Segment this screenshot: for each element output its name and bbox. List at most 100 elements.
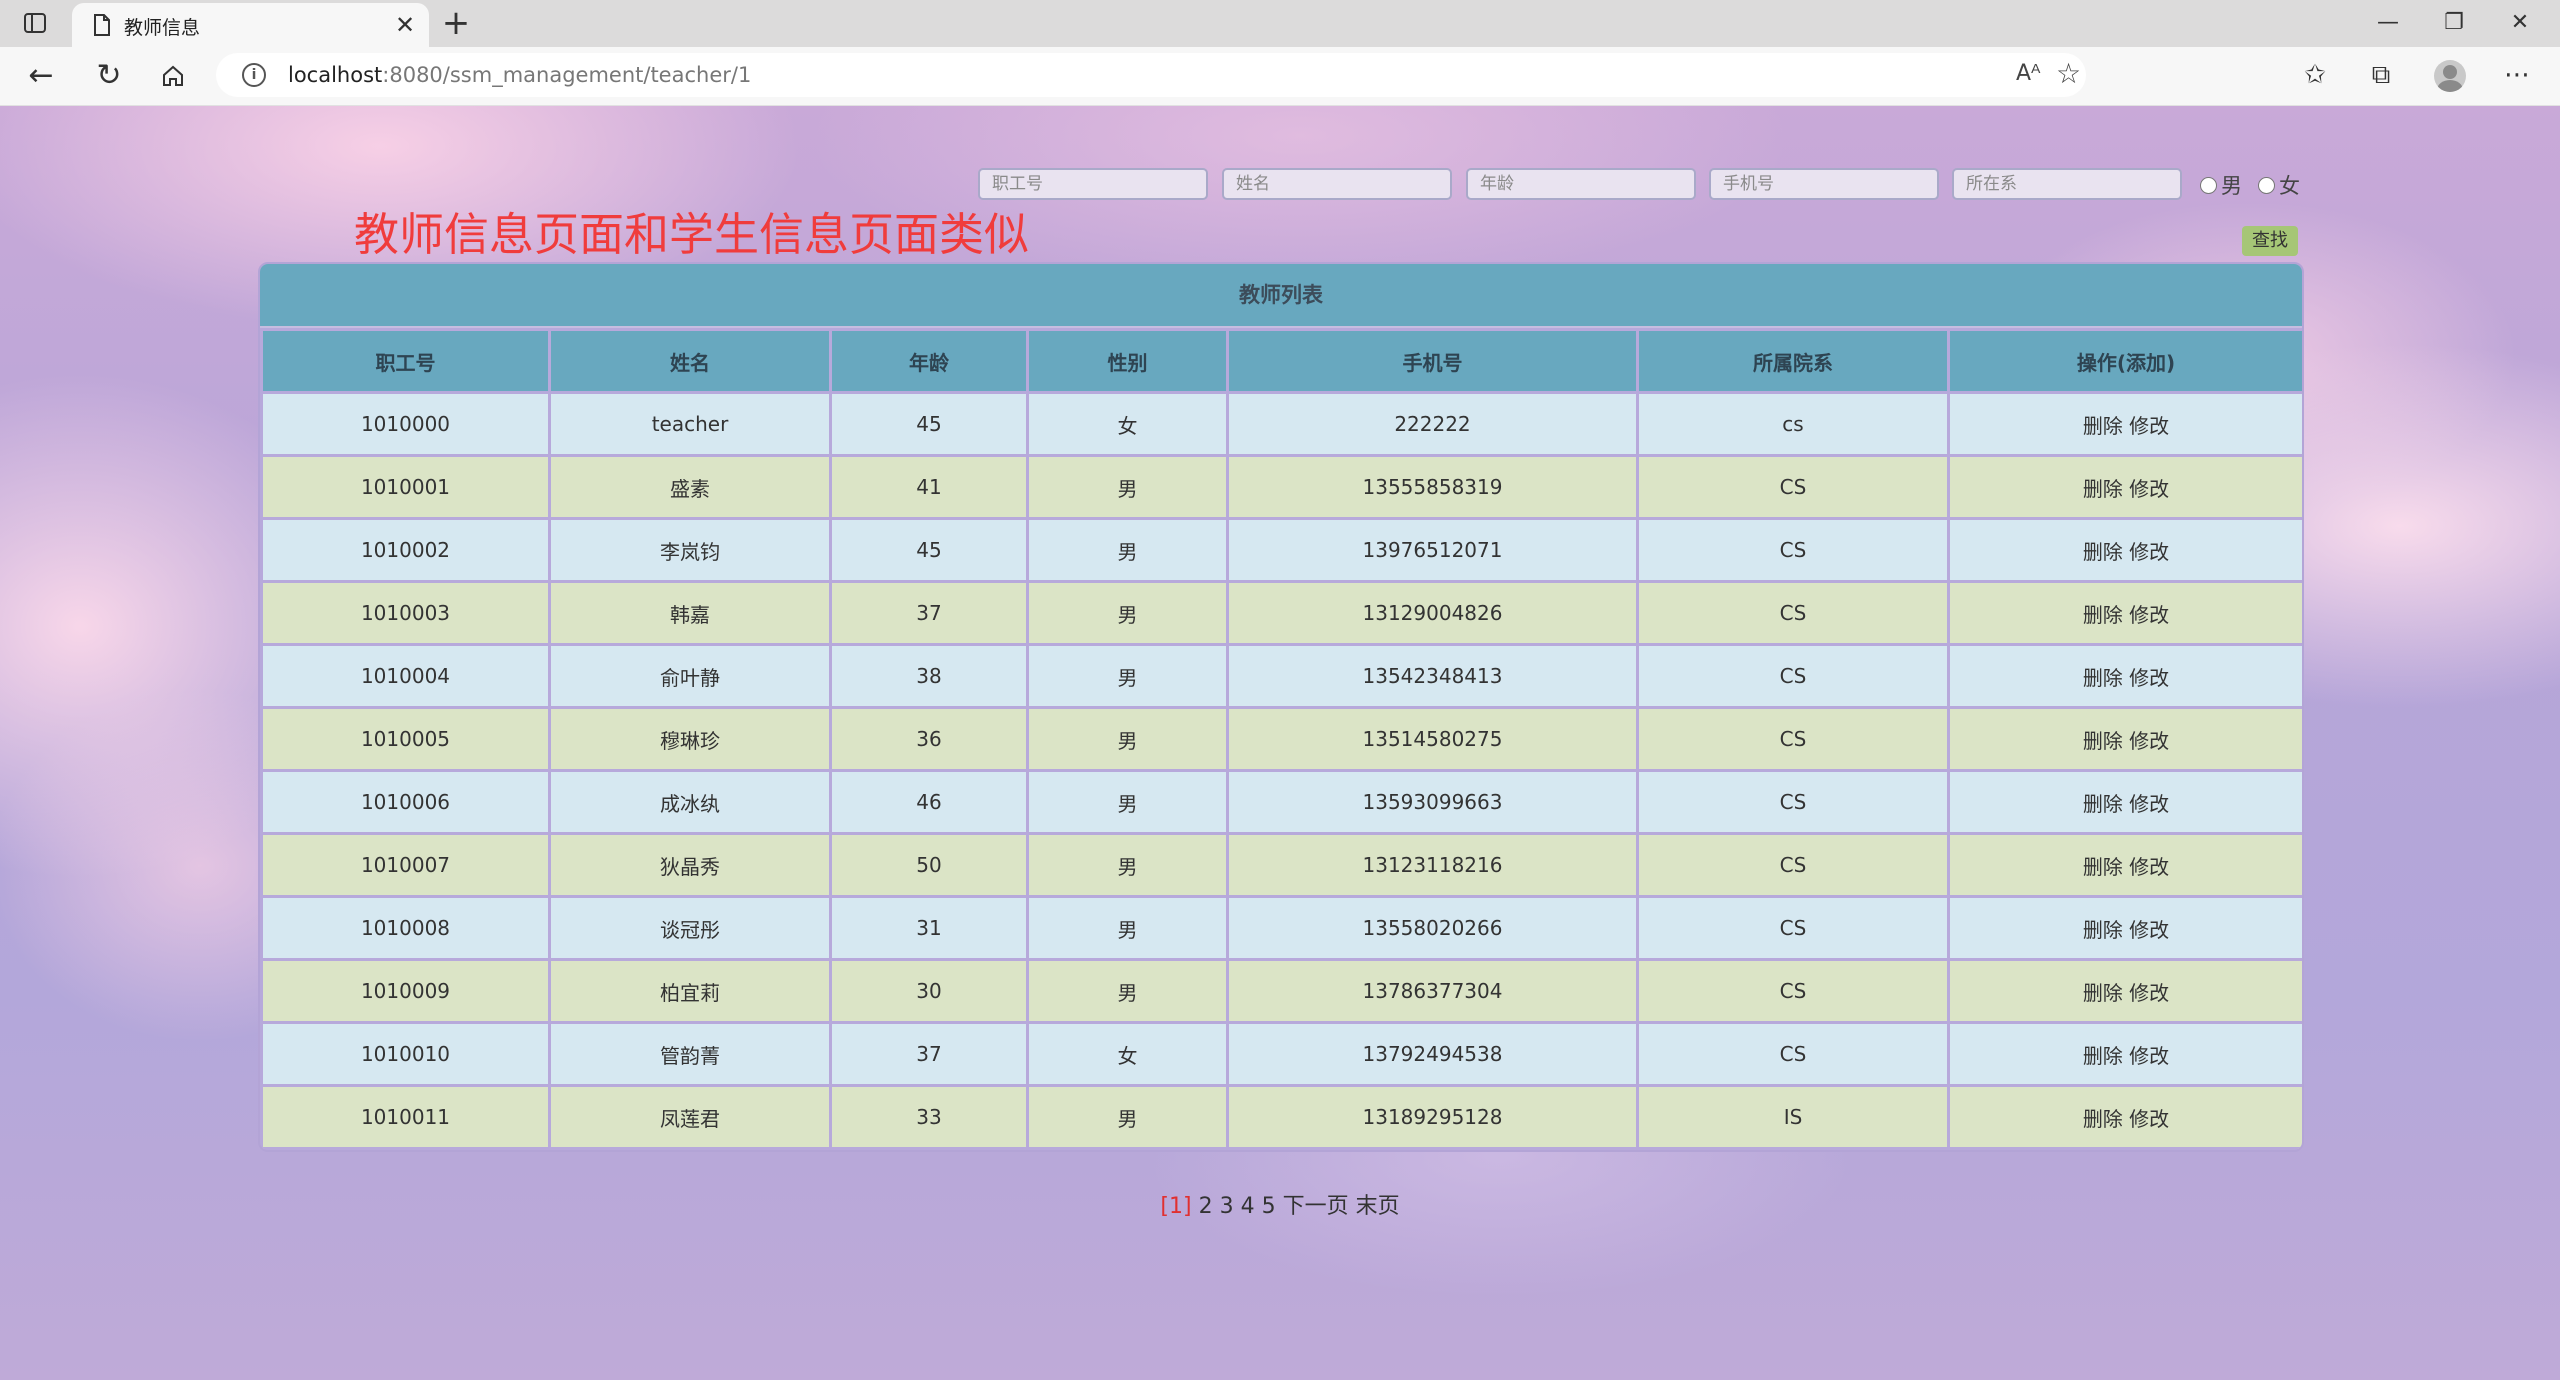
tab-bar: 教师信息 ✕ + — ❐ ✕ [0,0,2560,47]
cell-actions: 删除 修改 [1947,1084,2302,1150]
cell-age: 37 [829,580,1029,646]
minimize-icon[interactable]: — [2364,8,2412,38]
cell-name: 成冰纨 [548,769,832,835]
info-icon[interactable]: i [242,63,266,87]
cell-gender: 男 [1026,769,1229,835]
back-icon[interactable]: ← [24,59,58,93]
age-input[interactable] [1466,168,1696,200]
cell-age: 30 [829,958,1029,1024]
phone-input[interactable] [1709,168,1939,200]
cell-gender: 男 [1026,706,1229,772]
cell-actions: 删除 修改 [1947,517,2302,583]
url-text: localhost:8080/ssm_management/teacher/1 [288,63,752,87]
new-tab-icon[interactable]: + [440,6,472,40]
delete-link[interactable]: 删除 [2083,792,2123,816]
edit-link[interactable]: 修改 [2129,729,2169,753]
sidebar-toggle-icon[interactable] [22,10,48,36]
page-icon [92,13,112,37]
cell-age: 41 [829,454,1029,520]
edit-link[interactable]: 修改 [2129,981,2169,1005]
cell-phone: 13189295128 [1226,1084,1639,1150]
page-link[interactable]: 2 [1199,1194,1213,1219]
add-favorite-icon[interactable]: ☆ [2056,57,2081,90]
cell-department: IS [1636,1084,1950,1150]
edit-link[interactable]: 修改 [2129,414,2169,438]
cell-department: CS [1636,517,1950,583]
delete-link[interactable]: 删除 [2083,981,2123,1005]
window-close-icon[interactable]: ✕ [2496,8,2544,38]
gender-female-radio[interactable]: 女 [2258,170,2300,198]
cell-name: 李岚钧 [548,517,832,583]
gender-male-radio[interactable]: 男 [2200,170,2242,198]
delete-link[interactable]: 删除 [2083,603,2123,627]
last-page-link[interactable]: 末页 [1356,1194,1400,1219]
edit-link[interactable]: 修改 [2129,603,2169,627]
teacher-table: 教师列表 职工号 姓名 年龄 性别 手机号 所属院系 操作(添加) 101000… [258,262,2304,1152]
more-menu-icon[interactable]: ⋯ [2498,56,2536,94]
read-aloud-icon[interactable]: Aᴬ [2016,61,2041,86]
favorites-icon[interactable]: ✩ [2296,56,2334,94]
profile-avatar[interactable] [2434,60,2466,92]
col-header-actions[interactable]: 操作(添加) [1947,328,2302,394]
browser-tab[interactable]: 教师信息 ✕ [72,3,429,47]
table-row: 1010004 俞叶静 38 男 13542348413 CS 删除 修改 [260,643,2302,709]
radio-icon[interactable] [2258,176,2275,194]
collections-icon[interactable]: ⧉ [2362,56,2400,94]
search-button[interactable]: 查找 [2242,226,2298,256]
cell-gender: 男 [1026,454,1229,520]
cell-age: 31 [829,895,1029,961]
name-input[interactable] [1222,168,1452,200]
edit-link[interactable]: 修改 [2129,792,2169,816]
restore-icon[interactable]: ❐ [2430,8,2478,38]
teacher-id-input[interactable] [978,168,1208,200]
cell-phone: 13542348413 [1226,643,1639,709]
home-icon[interactable] [156,59,190,93]
delete-link[interactable]: 删除 [2083,1044,2123,1068]
edit-link[interactable]: 修改 [2129,1107,2169,1131]
cell-name: 谈冠彤 [548,895,832,961]
department-input[interactable] [1952,168,2182,200]
cell-phone: 222222 [1226,391,1639,457]
refresh-icon[interactable]: ↻ [92,59,126,93]
delete-link[interactable]: 删除 [2083,855,2123,879]
delete-link[interactable]: 删除 [2083,414,2123,438]
edit-link[interactable]: 修改 [2129,918,2169,942]
cell-gender: 男 [1026,517,1229,583]
cell-phone: 13129004826 [1226,580,1639,646]
edit-link[interactable]: 修改 [2129,855,2169,879]
delete-link[interactable]: 删除 [2083,918,2123,942]
cell-id: 1010005 [260,706,551,772]
next-page-link[interactable]: 下一页 [1283,1194,1349,1219]
cell-name: teacher [548,391,832,457]
cell-gender: 男 [1026,580,1229,646]
edit-link[interactable]: 修改 [2129,540,2169,564]
page-link[interactable]: 4 [1241,1194,1255,1219]
table-caption: 教师列表 [260,264,2302,328]
page-link[interactable]: 5 [1262,1194,1276,1219]
cell-id: 1010009 [260,958,551,1024]
table-row: 1010003 韩嘉 37 男 13129004826 CS 删除 修改 [260,580,2302,646]
delete-link[interactable]: 删除 [2083,477,2123,501]
edit-link[interactable]: 修改 [2129,477,2169,501]
cell-gender: 男 [1026,895,1229,961]
cell-department: CS [1636,580,1950,646]
delete-link[interactable]: 删除 [2083,540,2123,564]
cell-department: CS [1636,895,1950,961]
cell-actions: 删除 修改 [1947,580,2302,646]
radio-icon[interactable] [2200,176,2217,194]
edit-link[interactable]: 修改 [2129,1044,2169,1068]
table-header-row: 职工号 姓名 年龄 性别 手机号 所属院系 操作(添加) [260,328,2302,394]
close-tab-icon[interactable]: ✕ [392,12,418,38]
delete-link[interactable]: 删除 [2083,666,2123,690]
cell-name: 管韵菁 [548,1021,832,1087]
page-link[interactable]: 3 [1220,1194,1234,1219]
delete-link[interactable]: 删除 [2083,1107,2123,1131]
cell-age: 46 [829,769,1029,835]
cell-gender: 男 [1026,643,1229,709]
cell-department: CS [1636,1021,1950,1087]
cell-age: 45 [829,517,1029,583]
cell-name: 俞叶静 [548,643,832,709]
delete-link[interactable]: 删除 [2083,729,2123,753]
address-bar[interactable]: i localhost:8080/ssm_management/teacher/… [216,53,2086,97]
edit-link[interactable]: 修改 [2129,666,2169,690]
